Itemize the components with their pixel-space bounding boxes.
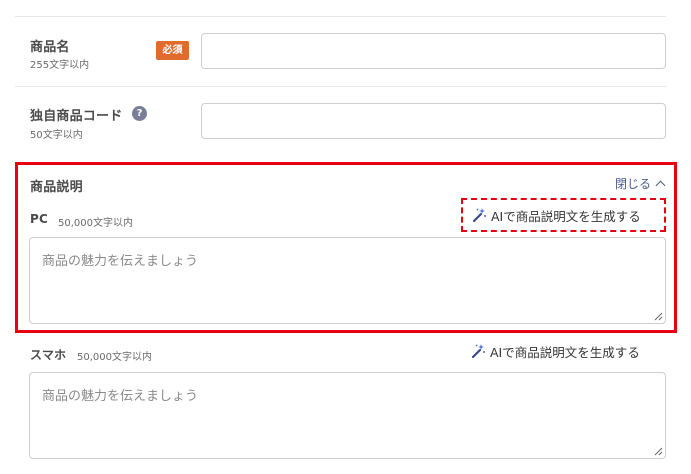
resize-grip-icon[interactable] [654,312,663,321]
unique-code-label: 独自商品コード [30,109,123,124]
magic-wand-icon [472,208,486,223]
pc-label: PC [30,212,49,226]
ai-generate-button-pc[interactable]: AIで商品説明文を生成する [461,198,666,232]
sp-label: スマホ [30,348,67,362]
pc-description-textarea[interactable]: 商品の魅力を伝えましょう [29,237,666,324]
sp-limit: 50,000文字以内 [77,352,152,363]
sp-placeholder: 商品の魅力を伝えましょう [42,389,199,404]
magic-wand-icon [471,344,485,359]
unique-code-limit: 50文字以内 [30,130,83,141]
ai-generate-label-sp: AIで商品説明文を生成する [490,344,640,360]
pc-placeholder: 商品の魅力を伝えましょう [42,254,199,269]
unique-code-input[interactable] [201,103,666,139]
ai-generate-button-sp[interactable]: AIで商品説明文を生成する [470,341,640,361]
pc-limit: 50,000文字以内 [58,218,133,229]
ai-generate-label-pc: AIで商品説明文を生成する [491,208,641,224]
close-toggle-label: 閉じる [614,177,651,191]
product-name-input[interactable] [201,33,666,69]
chevron-up-icon [655,180,666,191]
required-badge: 必須 [156,41,189,60]
sp-description-textarea[interactable]: 商品の魅力を伝えましょう [29,372,666,459]
section-divider [15,86,666,87]
close-toggle[interactable]: 閉じる [614,175,666,192]
help-icon[interactable]: ? [132,106,147,121]
description-label: 商品説明 [30,180,83,195]
resize-grip-icon[interactable] [654,447,663,456]
product-name-limit: 255文字以内 [30,60,90,71]
top-divider [15,16,666,17]
product-name-label: 商品名 [30,40,70,55]
